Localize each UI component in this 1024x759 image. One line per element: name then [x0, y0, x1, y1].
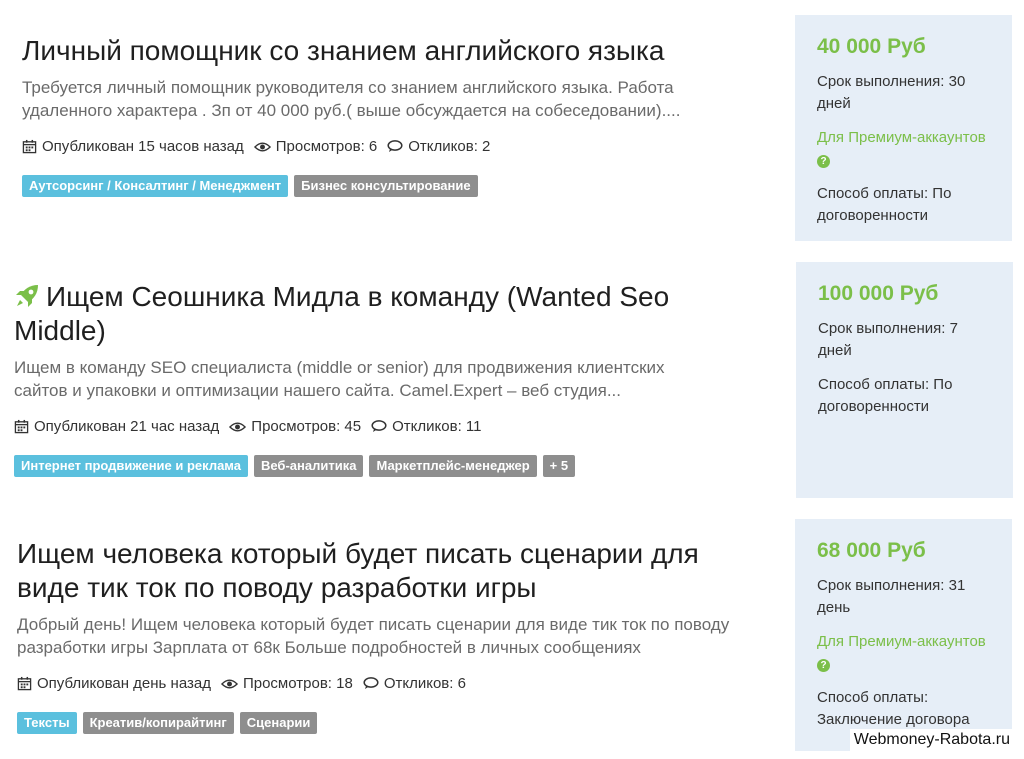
- premium-link[interactable]: Для Премиум-аккаунтов: [817, 633, 986, 650]
- job-meta: Опубликован 21 час назад Просмотров: 45 …: [14, 418, 754, 435]
- views-text: Просмотров: 45: [251, 418, 362, 435]
- tag[interactable]: Веб-аналитика: [253, 455, 364, 477]
- job-title-link[interactable]: Ищем Сеошника Мидла в команду (Wanted Se…: [14, 280, 734, 348]
- price: 100 000 Руб: [818, 282, 939, 305]
- calendar-icon: [14, 419, 29, 434]
- calendar-icon: [22, 139, 37, 154]
- tag[interactable]: Креатив/копирайтинг: [82, 712, 234, 734]
- views-text: Просмотров: 18: [242, 675, 353, 692]
- responses-text: Откликов: 6: [383, 675, 466, 692]
- eye-icon: [229, 422, 247, 431]
- tag[interactable]: Аутсорсинг / Консалтинг / Менеджмент: [22, 175, 289, 197]
- tag[interactable]: Сценарии: [239, 712, 318, 734]
- job-meta: Опубликован день назад Просмотров: 18 От…: [17, 675, 757, 692]
- price: 40 000 Руб: [817, 35, 926, 58]
- watermark: Webmoney-Rabota.ru: [849, 729, 1014, 751]
- comments-icon: [371, 420, 387, 432]
- job-card: Ищем Сеошника Мидла в команду (Wanted Se…: [14, 280, 754, 477]
- job-title-text: Ищем Сеошника Мидла в команду (Wanted Se…: [14, 281, 670, 346]
- published-text: Опубликован день назад: [37, 675, 211, 692]
- responses-text: Откликов: 11: [392, 418, 482, 435]
- job-card: Ищем человека который будет писать сцена…: [17, 537, 757, 734]
- job-sidebar: 68 000 Руб Срок выполнения: 31 день Для …: [795, 519, 1012, 751]
- deadline-text: Срок выполнения: 31 день: [817, 577, 966, 616]
- payment-text: Способ оплаты: По договоренности: [818, 376, 953, 415]
- question-icon[interactable]: ?: [817, 659, 830, 672]
- deadline-text: Срок выполнения: 30 дней: [817, 73, 966, 112]
- price: 68 000 Руб: [817, 539, 926, 562]
- job-description: Требуется личный помощник руководителя с…: [22, 78, 681, 120]
- responses-text: Откликов: 2: [408, 138, 491, 155]
- comments-icon: [363, 677, 379, 689]
- comments-icon: [387, 140, 403, 152]
- job-description: Добрый день! Ищем человека который будет…: [17, 615, 730, 657]
- more-tags-button[interactable]: + 5: [542, 455, 576, 477]
- job-meta: Опубликован 15 часов назад Просмотров: 6…: [22, 138, 762, 155]
- question-icon[interactable]: ?: [817, 155, 830, 168]
- tag[interactable]: Тексты: [17, 712, 77, 734]
- tag-list: Интернет продвижение и реклама Веб-анали…: [14, 455, 754, 477]
- job-description: Ищем в команду SEO специалиста (middle o…: [14, 358, 665, 400]
- premium-notice: Для Премиум-аккаунтов ?: [817, 127, 990, 171]
- published-text: Опубликован 15 часов назад: [42, 138, 244, 155]
- tag[interactable]: Бизнес консультирование: [294, 175, 478, 197]
- job-sidebar: 100 000 Руб Срок выполнения: 7 дней Спос…: [796, 262, 1013, 498]
- tag-list: Аутсорсинг / Консалтинг / Менеджмент Биз…: [22, 175, 762, 197]
- job-title-link[interactable]: Личный помощник со знанием английского я…: [22, 34, 762, 68]
- eye-icon: [220, 679, 238, 688]
- tag[interactable]: Маркетплейс-менеджер: [369, 455, 537, 477]
- payment-text: Способ оплаты: По договоренности: [817, 185, 952, 224]
- views-text: Просмотров: 6: [275, 138, 378, 155]
- premium-link[interactable]: Для Премиум-аккаунтов: [817, 129, 986, 146]
- deadline-text: Срок выполнения: 7 дней: [818, 320, 958, 359]
- tag-list: Тексты Креатив/копирайтинг Сценарии: [17, 712, 757, 734]
- job-title-link[interactable]: Ищем человека который будет писать сцена…: [17, 537, 737, 605]
- job-card: Личный помощник со знанием английского я…: [22, 34, 762, 197]
- premium-notice: Для Премиум-аккаунтов ?: [817, 631, 990, 675]
- rocket-icon: [16, 285, 38, 307]
- calendar-icon: [17, 676, 32, 691]
- job-sidebar: 40 000 Руб Срок выполнения: 30 дней Для …: [795, 15, 1012, 241]
- payment-text: Способ оплаты: Заключение договора: [817, 689, 970, 728]
- eye-icon: [253, 142, 271, 151]
- published-text: Опубликован 21 час назад: [34, 418, 220, 435]
- tag[interactable]: Интернет продвижение и реклама: [14, 455, 248, 477]
